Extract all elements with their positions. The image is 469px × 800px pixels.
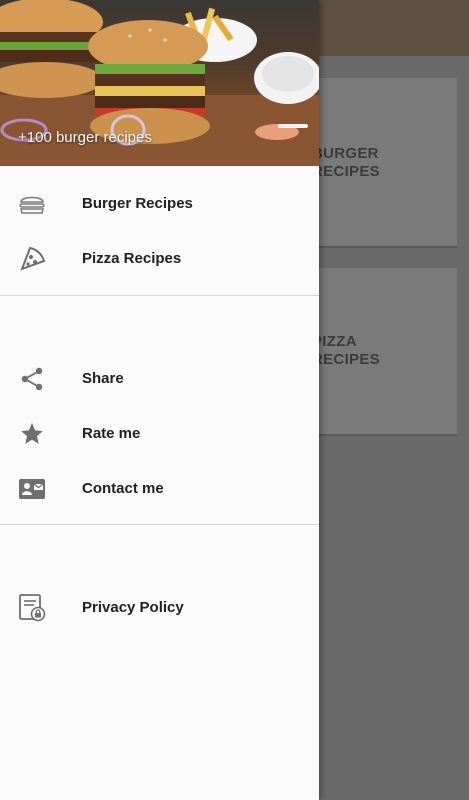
privacy-policy-icon: [17, 593, 47, 623]
section-divider: [0, 524, 319, 525]
card-title-line2: RECIPES: [312, 351, 380, 368]
share-icon: [17, 364, 47, 394]
star-icon: [17, 419, 47, 449]
menu-item-burger-recipes[interactable]: Burger Recipes: [0, 176, 319, 231]
card-title-line2: RECIPES: [312, 163, 380, 180]
menu-item-label: Share: [82, 370, 124, 387]
menu-item-contact-me[interactable]: Contact me: [0, 461, 319, 516]
drawer-header-image: +100 burger recipes: [0, 0, 319, 166]
contact-card-icon: [17, 474, 47, 504]
navigation-drawer: +100 burger recipes Burger Recipes Pizza…: [0, 0, 319, 800]
menu-item-label: Burger Recipes: [82, 195, 193, 212]
menu-item-rate-me[interactable]: Rate me: [0, 406, 319, 461]
card-title-line1: BURGER: [312, 145, 379, 162]
menu-item-pizza-recipes[interactable]: Pizza Recipes: [0, 231, 319, 286]
menu-item-label: Rate me: [82, 425, 141, 442]
burger-icon: [17, 189, 47, 219]
card-title-line1: PIZZA: [312, 333, 357, 350]
menu-item-label: Pizza Recipes: [82, 250, 182, 267]
menu-item-label: Privacy Policy: [82, 599, 184, 616]
menu-item-label: Contact me: [82, 480, 164, 497]
menu-item-share[interactable]: Share: [0, 351, 319, 406]
section-divider: [0, 295, 319, 296]
menu-item-privacy-policy[interactable]: Privacy Policy: [0, 580, 319, 635]
drawer-header-caption: +100 burger recipes: [18, 129, 152, 146]
pizza-icon: [17, 244, 47, 274]
